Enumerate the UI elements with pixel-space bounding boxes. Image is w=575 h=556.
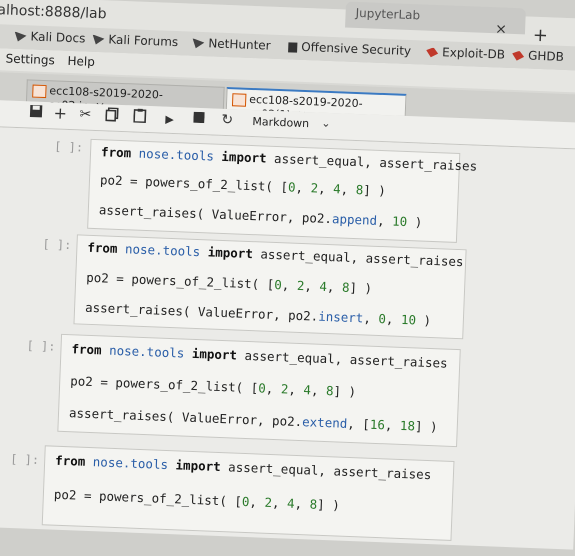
new-tab-button[interactable]: + [532, 25, 548, 47]
code-line: po2 = powers_of_2_list( [0, 2, 4, 8] ) [70, 373, 357, 400]
bookmark-exploit-db[interactable]: Exploit-DB [426, 45, 505, 62]
code-line: from nose.tools import assert_equal, ass… [100, 144, 478, 174]
browser-tab-title: JupyterLab [355, 5, 421, 23]
kali-icon [192, 38, 204, 48]
notebook-icon [231, 93, 247, 107]
chevron-down-icon[interactable]: ⌄ [321, 117, 331, 130]
paste-icon[interactable] [133, 108, 147, 126]
code-input[interactable]: from nose.tools import assert_equal, ass… [57, 333, 461, 448]
notebook-area: [ ]: from nose.tools import assert_equal… [0, 126, 575, 550]
plus-icon[interactable]: + [53, 103, 67, 123]
stop-icon[interactable] [193, 111, 205, 127]
kali-icon [92, 34, 104, 44]
code-line: from nose.tools import assert_equal, ass… [54, 452, 432, 483]
bookmark-ghdb[interactable]: GHDB [512, 48, 564, 64]
scissors-icon[interactable]: ✂ [79, 106, 91, 122]
code-input[interactable]: from nose.tools import assert_equal, ass… [73, 234, 467, 340]
url-text[interactable]: alhost:8888/lab [0, 2, 107, 22]
kali-icon [14, 31, 26, 41]
code-input[interactable]: from nose.tools import assert_equal, ass… [41, 445, 455, 541]
code-line: po2 = powers_of_2_list( [0, 2, 4, 8] ) [85, 269, 373, 296]
cell-type-select[interactable]: Markdown [252, 115, 309, 130]
code-line: assert_raises( ValueError, po2.insert, 0… [84, 299, 432, 329]
code-line: po2 = powers_of_2_list( [0, 2, 4, 8] ) [53, 486, 341, 513]
code-line: from nose.tools import assert_equal, ass… [71, 341, 448, 371]
restart-icon[interactable]: ↻ [221, 112, 233, 128]
save-icon[interactable] [29, 104, 43, 121]
code-line: assert_raises( ValueError, po2.append, 1… [98, 202, 423, 230]
close-icon[interactable]: × [495, 21, 507, 37]
code-cell[interactable]: [ ]: from nose.tools import assert_equal… [0, 331, 575, 464]
screen: alhost:8888/lab JupyterLab × + Kali Docs… [0, 0, 575, 550]
bookmark-kali-forums[interactable]: Kali Forums [92, 32, 178, 49]
menu-settings[interactable]: Settings [5, 51, 55, 67]
cell-prompt: [ ]: [54, 139, 84, 155]
browser-tab[interactable]: JupyterLab × [345, 1, 526, 38]
notebook-icon [32, 84, 47, 99]
code-line: po2 = powers_of_2_list( [0, 2, 4, 8] ) [99, 172, 387, 199]
copy-icon[interactable] [105, 107, 119, 125]
bookmark-kali-docs[interactable]: Kali Docs [14, 29, 86, 46]
bookmark-offensive-security[interactable]: Offensive Security [288, 39, 411, 58]
ghdb-icon [512, 50, 524, 60]
bookmark-nethunter[interactable]: NetHunter [192, 36, 271, 53]
offsec-icon [288, 41, 298, 53]
code-input[interactable]: from nose.tools import assert_equal, ass… [87, 138, 477, 243]
exploit-db-icon [426, 47, 438, 57]
play-icon[interactable]: ▶ [165, 113, 174, 126]
cell-prompt: [ ]: [42, 237, 72, 253]
menu-help[interactable]: Help [67, 54, 95, 69]
cell-prompt: [ ]: [9, 451, 40, 468]
cell-prompt: [ ]: [26, 338, 56, 354]
code-line: assert_raises( ValueError, po2.extend, [… [68, 405, 438, 435]
